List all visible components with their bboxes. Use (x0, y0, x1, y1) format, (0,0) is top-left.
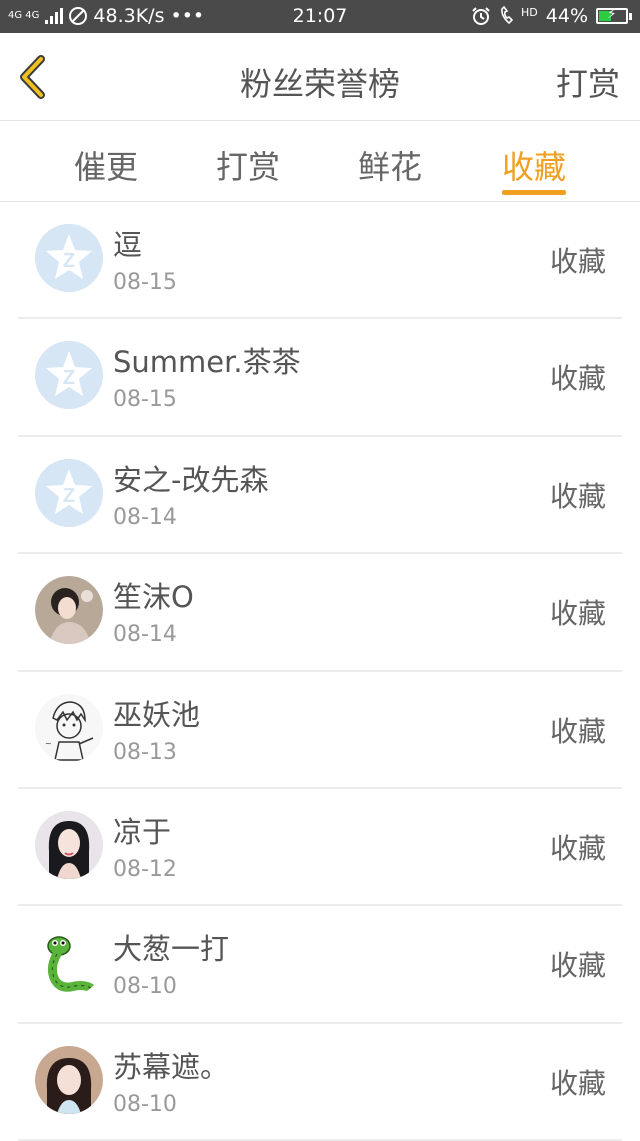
reward-button[interactable]: 打赏 (556, 59, 620, 105)
user-name: 凉于 (113, 814, 172, 849)
girl-photo-avatar (35, 1045, 103, 1114)
list-item[interactable]: 笙沫O 08-14 收藏 (18, 554, 622, 672)
user-name: 逗 (113, 228, 143, 262)
default-avatar-icon: Z (35, 224, 103, 292)
user-name: 大葱一打 (113, 932, 230, 967)
svg-text:Z: Z (63, 250, 75, 272)
user-date: 08-14 (113, 622, 177, 648)
user-date: 08-10 (113, 974, 177, 1000)
action-label: 收藏 (549, 597, 606, 631)
green-snake-avatar (35, 928, 103, 997)
fan-list: Z 逗 08-15 收藏 Z Summer.茶茶 08-15 收藏 Z 安之-改… (0, 202, 640, 1141)
user-date: 08-15 (113, 270, 177, 295)
girl-photo-avatar (35, 810, 103, 879)
list-item[interactable]: Z Summer.茶茶 08-15 收藏 (18, 319, 622, 437)
default-avatar-icon: Z (35, 341, 103, 410)
user-date: 08-10 (113, 1091, 177, 1117)
hd-label: HD (521, 5, 538, 19)
action-label: 收藏 (549, 714, 606, 748)
tab-urge[interactable]: 催更 (51, 142, 161, 188)
list-item[interactable]: Z 安之-改先森 08-14 收藏 (18, 437, 622, 555)
default-avatar-icon: Z (35, 458, 103, 527)
action-label: 收藏 (549, 362, 606, 396)
action-label: 收藏 (549, 949, 606, 983)
user-name: 巫妖池 (113, 697, 201, 732)
action-label: 收藏 (549, 479, 606, 513)
tab-favorites[interactable]: 收藏 (479, 142, 589, 188)
tab-reward[interactable]: 打赏 (193, 142, 303, 188)
nav-header: 粉丝荣誉榜 打赏 (0, 33, 640, 121)
chevron-left-icon (20, 55, 45, 99)
list-item[interactable]: 凉于 08-12 收藏 (18, 789, 622, 907)
girl-photo-avatar (35, 576, 103, 645)
back-button[interactable] (14, 55, 58, 99)
list-item[interactable]: ~ 巫妖池 08-13 收藏 (18, 672, 622, 789)
user-name: 苏幕遮。 (113, 1049, 230, 1084)
alarm-icon (472, 7, 490, 25)
list-item[interactable]: 苏幕遮。 08-10 收藏 (18, 1024, 622, 1141)
action-label: 收藏 (549, 831, 606, 865)
status-bar: 4G 4G 48.3K/s ••• 21:07 HD 44% ⚡ (0, 0, 640, 33)
user-name: 安之-改先森 (113, 462, 269, 497)
svg-text:~: ~ (45, 739, 52, 748)
user-date: 08-15 (113, 387, 177, 413)
action-label: 收藏 (549, 245, 606, 278)
active-tab-indicator (502, 190, 566, 195)
action-label: 收藏 (549, 1066, 606, 1100)
tab-flowers[interactable]: 鲜花 (335, 142, 445, 188)
svg-text:Z: Z (63, 485, 75, 507)
page-title: 粉丝荣誉榜 (239, 65, 400, 103)
sketch-boy-avatar: ~ (35, 693, 103, 762)
list-item[interactable]: Z 逗 08-15 收藏 (18, 202, 622, 320)
user-name: 笙沫O (113, 580, 194, 615)
user-date: 08-14 (113, 504, 177, 530)
battery-percent: 44% (545, 5, 588, 27)
battery-icon: ⚡ (596, 7, 632, 24)
user-date: 08-12 (113, 856, 177, 882)
svg-text:Z: Z (63, 367, 75, 389)
hd-call-icon (501, 6, 514, 25)
list-item[interactable]: 大葱一打 08-10 收藏 (18, 906, 622, 1024)
user-date: 08-13 (113, 739, 177, 765)
user-name: Summer.茶茶 (113, 345, 301, 380)
